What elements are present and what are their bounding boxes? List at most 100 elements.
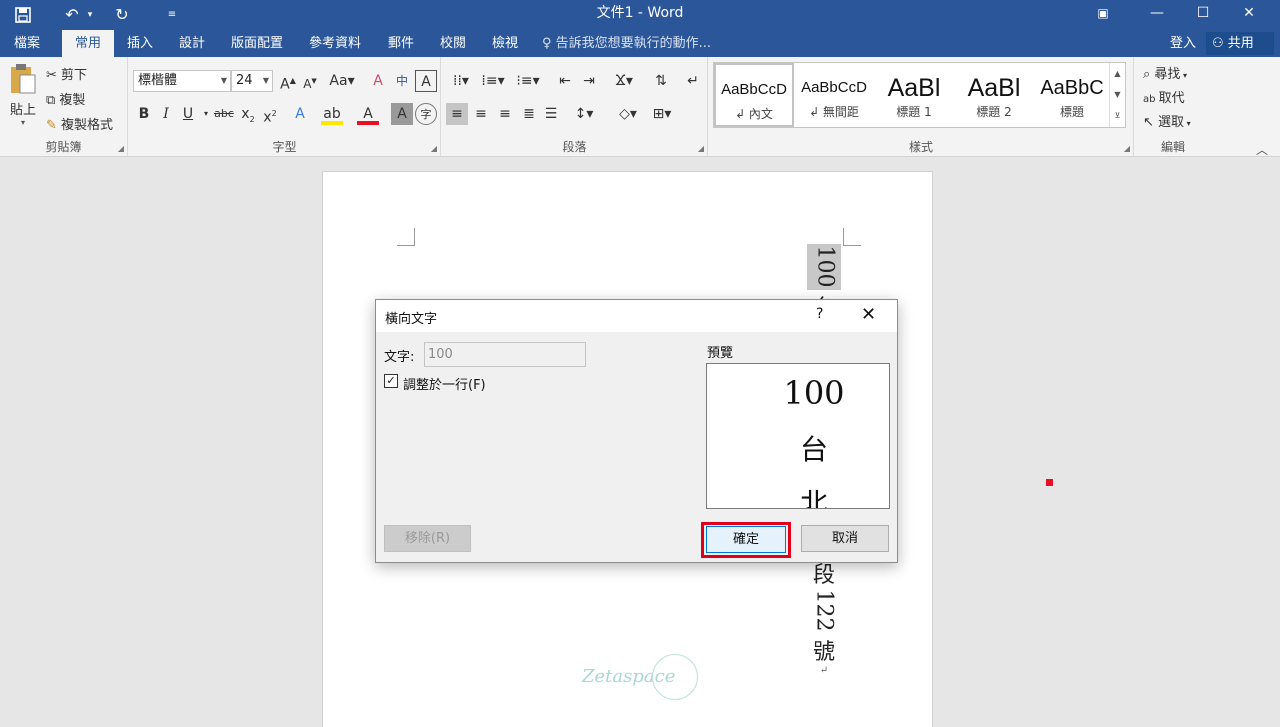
sort-icon[interactable]: ⇅ xyxy=(650,70,672,92)
styles-launcher-icon[interactable]: ◢ xyxy=(1124,144,1130,153)
grow-font-icon[interactable]: A▲ xyxy=(277,70,299,93)
distributed-icon[interactable]: ☰ xyxy=(540,103,562,125)
paste-button[interactable]: 貼上 ▾ xyxy=(6,63,40,131)
bold-icon[interactable]: B xyxy=(133,103,155,125)
line-spacing-icon[interactable]: ↕▾ xyxy=(568,103,600,125)
cut-button[interactable]: ✂ 剪下 xyxy=(46,64,87,83)
share-label: 共用 xyxy=(1227,36,1254,51)
tell-me-box[interactable]: ♀ 告訴我您想要執行的動作... xyxy=(542,30,711,57)
styles-scroll[interactable]: ▲ ▼ ⊻ xyxy=(1109,63,1125,127)
tab-review[interactable]: 校閱 xyxy=(430,30,476,57)
dialog-close-icon[interactable]: ✕ xyxy=(861,304,876,325)
font-group-label: 字型 xyxy=(272,140,297,154)
character-border-icon[interactable]: A xyxy=(415,70,437,92)
paste-label: 貼上 xyxy=(9,103,36,118)
crop-mark xyxy=(843,228,861,246)
styles-gallery: AaBbCcD ↲ 內文 AaBbCcD ↲ 無間距 AaBl 標題 1 AaBl 標題… xyxy=(713,62,1126,128)
tab-insert[interactable]: 插入 xyxy=(116,30,164,57)
tab-design[interactable]: 設計 xyxy=(168,30,216,57)
align-right-icon[interactable]: ≡ xyxy=(494,103,516,125)
shrink-font-icon[interactable]: A▼ xyxy=(299,70,321,92)
font-size-combo[interactable]: 24 ▼ xyxy=(231,70,273,92)
tab-mailings[interactable]: 郵件 xyxy=(378,30,424,57)
subscript-icon[interactable]: x2 xyxy=(237,103,259,125)
strikethrough-icon[interactable]: abc xyxy=(213,103,235,125)
replace-button[interactable]: ab 取代 xyxy=(1143,87,1185,106)
style-name: 標題 1 xyxy=(896,105,932,119)
clear-format-icon[interactable]: A xyxy=(367,70,389,92)
font-launcher-icon[interactable]: ◢ xyxy=(431,144,437,153)
chevron-down-icon: ▼ xyxy=(262,76,269,85)
tab-home[interactable]: 常用 xyxy=(62,30,114,57)
tab-file[interactable]: 檔案 xyxy=(0,30,54,57)
person-icon: ⚇ xyxy=(1212,36,1228,51)
fit-in-line-checkbox[interactable]: ✓ xyxy=(384,374,398,388)
style-heading-2[interactable]: AaBl 標題 2 xyxy=(954,63,1034,127)
enclose-characters-icon[interactable]: 字 xyxy=(415,103,437,125)
minimize-button[interactable]: — xyxy=(1134,0,1180,30)
style-normal[interactable]: AaBbCcD ↲ 內文 xyxy=(714,63,794,127)
align-center-icon[interactable]: ≡ xyxy=(470,103,492,125)
italic-icon[interactable]: I xyxy=(155,103,177,125)
increase-indent-icon[interactable]: ⇥ xyxy=(578,70,600,92)
format-painter-button[interactable]: ✎ 複製格式 xyxy=(46,114,113,133)
collapse-ribbon-icon[interactable]: ︿ xyxy=(1256,141,1268,158)
tab-layout[interactable]: 版面配置 xyxy=(222,30,292,57)
text-input[interactable]: 100 xyxy=(424,342,586,367)
tab-view[interactable]: 檢視 xyxy=(482,30,528,57)
more-styles-icon[interactable]: ⊻ xyxy=(1110,105,1125,126)
vertical-char: 號 xyxy=(812,640,835,665)
paragraph-group: ⁞⁞▾ ⁞≡▾ ⁝≡▾ ⇤ ⇥ Ϫ▾ ⇅ ↵ ≡ ≡ ≡ ≣ ☰ ↕▾ ◇▾ ⊞… xyxy=(442,57,708,157)
font-color-icon[interactable]: A xyxy=(357,103,379,125)
cancel-button[interactable]: 取消 xyxy=(801,525,889,552)
chevron-up-icon[interactable]: ▲ xyxy=(1110,63,1125,84)
watermark-logo: Zetaspace xyxy=(578,652,708,702)
numbering-icon[interactable]: ⁞≡▾ xyxy=(478,70,508,92)
fit-in-line-label[interactable]: 調整於一行(F) xyxy=(403,374,486,393)
multilevel-list-icon[interactable]: ⁝≡▾ xyxy=(512,70,544,92)
borders-icon[interactable]: ⊞▾ xyxy=(646,103,678,125)
highlight-icon[interactable]: ab xyxy=(321,103,343,125)
tab-references[interactable]: 參考資料 xyxy=(300,30,370,57)
sign-in-link[interactable]: 登入 xyxy=(1170,30,1196,57)
change-case-icon[interactable]: Aa▾ xyxy=(327,70,357,92)
rotated-number-wrap: 122 xyxy=(807,588,841,634)
share-button[interactable]: ⚇ 共用 xyxy=(1206,32,1274,55)
shading-icon[interactable]: ◇▾ xyxy=(612,103,644,125)
style-no-spacing[interactable]: AaBbCcD ↲ 無間距 xyxy=(794,63,874,127)
font-family-combo[interactable]: 標楷體 ▼ xyxy=(133,70,231,92)
text-effects-icon[interactable]: A xyxy=(289,103,311,125)
remove-button[interactable]: 移除(R) xyxy=(384,525,471,552)
clipboard-group-label: 剪貼簿 xyxy=(45,140,82,154)
chevron-down-icon[interactable]: ▼ xyxy=(1110,84,1125,105)
style-preview: AaBbCcD xyxy=(721,81,787,98)
copy-icon: ⧉ xyxy=(46,93,60,108)
select-button[interactable]: ↖ 選取 ▾ xyxy=(1143,111,1191,130)
close-button[interactable]: ✕ xyxy=(1226,0,1272,30)
ribbon-display-icon[interactable]: ▣ xyxy=(1080,0,1126,30)
horizontal-in-vertical-text[interactable]: 100 xyxy=(807,244,841,290)
style-heading-1[interactable]: AaBl 標題 1 xyxy=(874,63,954,127)
maximize-button[interactable]: ☐ xyxy=(1180,0,1226,30)
chevron-down-icon: ▼ xyxy=(220,76,227,85)
paragraph-launcher-icon[interactable]: ◢ xyxy=(698,144,704,153)
show-marks-icon[interactable]: ↵ xyxy=(682,70,704,92)
decrease-indent-icon[interactable]: ⇤ xyxy=(554,70,576,92)
superscript-icon[interactable]: x2 xyxy=(259,103,281,126)
crop-mark xyxy=(397,228,415,246)
help-button[interactable]: ? xyxy=(816,306,823,322)
replace-icon: ab xyxy=(1143,94,1159,105)
text-direction-icon[interactable]: Ϫ▾ xyxy=(608,70,640,92)
style-title[interactable]: AaBbC 標題 xyxy=(1032,63,1112,127)
highlight-annotation xyxy=(701,522,791,558)
character-shading-icon[interactable]: A xyxy=(391,103,413,125)
find-button[interactable]: ⌕ 尋找 ▾ xyxy=(1143,63,1187,82)
vertical-text-bottom[interactable]: 段 122 號 ↵ xyxy=(807,557,841,676)
copy-button[interactable]: ⧉ 複製 xyxy=(46,89,85,108)
bullets-icon[interactable]: ⁞⁞▾ xyxy=(446,70,476,92)
clipboard-launcher-icon[interactable]: ◢ xyxy=(118,144,124,153)
align-left-icon[interactable]: ≡ xyxy=(446,103,468,125)
justify-icon[interactable]: ≣ xyxy=(518,103,540,125)
phonetic-guide-icon[interactable]: 中 xyxy=(391,70,413,92)
style-name: ↲ 無間距 xyxy=(809,105,859,119)
